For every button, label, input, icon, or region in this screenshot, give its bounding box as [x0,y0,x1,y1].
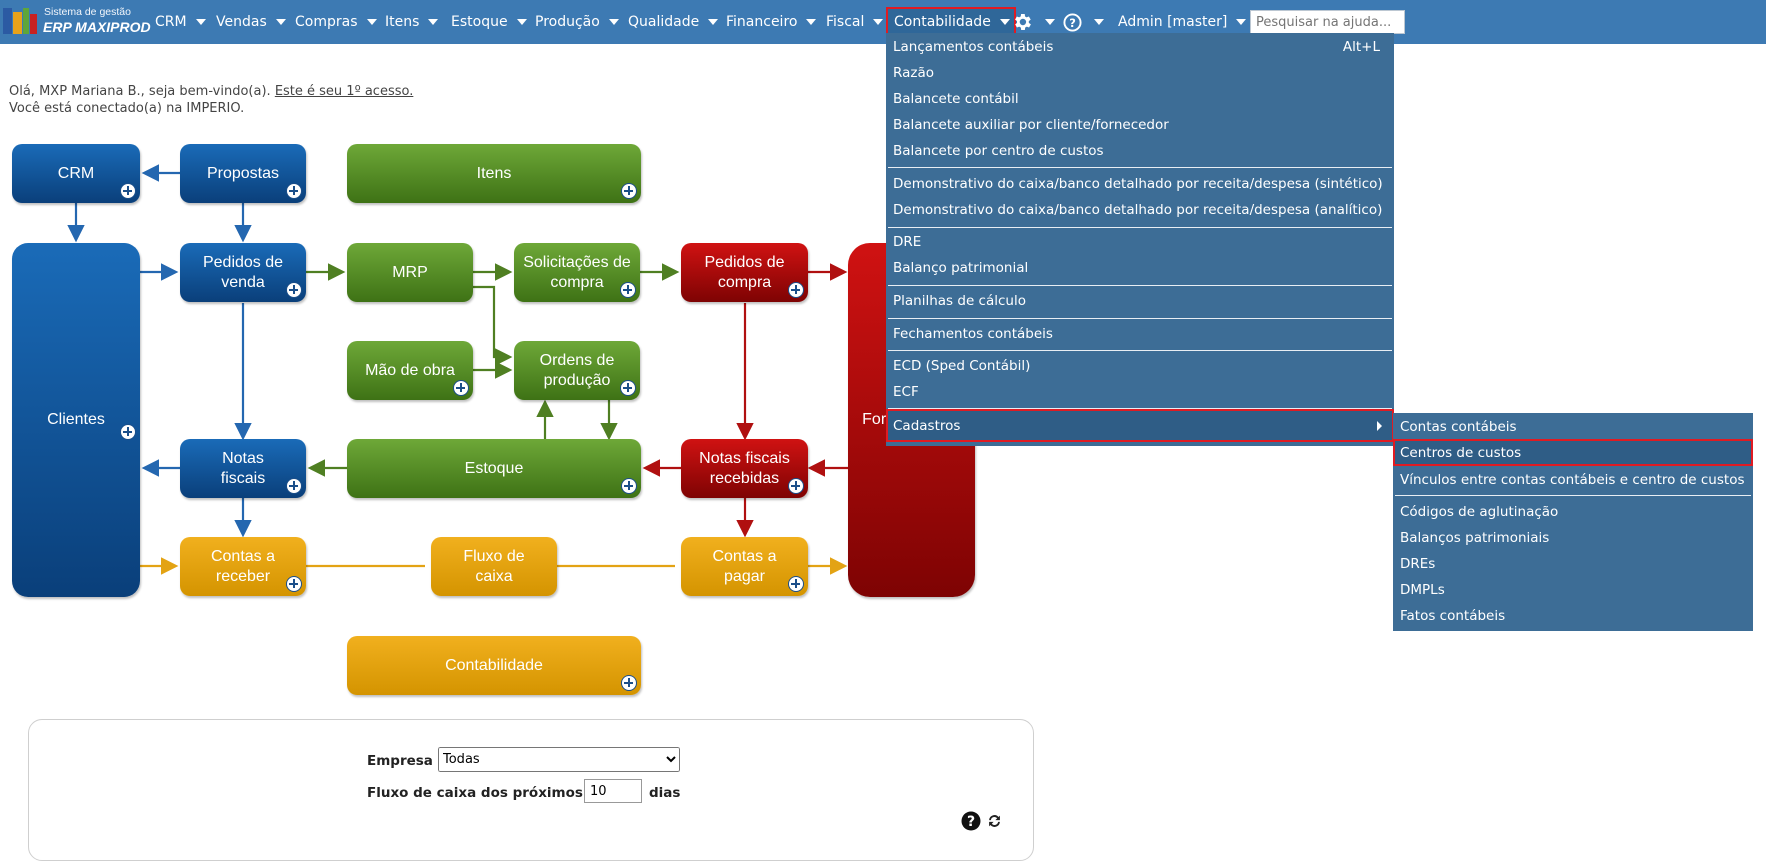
menu-item-ecd[interactable]: ECD (Sped Contábil) [886,354,1394,377]
dashboard-filter-panel: Empresa Todas Fluxo de caixa dos próximo… [28,719,1034,861]
chevron-down-icon [1094,19,1104,25]
shortcut-hint: Alt+L [1342,38,1380,55]
flow-mao-de-obra[interactable]: Mão de obra [347,341,473,400]
menu-divider [888,318,1392,319]
submenu-item-contas-contabeis[interactable]: Contas contábeis [1393,415,1753,438]
contabilidade-menu: Lançamentos contábeis Alt+L Razão Balance… [886,33,1394,446]
chevron-right-icon [1377,420,1382,431]
plus-icon[interactable] [788,478,804,494]
plus-icon[interactable] [788,282,804,298]
menu-divider [888,227,1392,228]
plus-icon[interactable] [286,183,302,199]
help-icon: ? [1063,12,1082,32]
flow-fluxo-caixa[interactable]: Fluxo de caixa [431,537,557,596]
chevron-down-icon [1236,19,1247,25]
menu-item-balanco-patrimonial[interactable]: Balanço patrimonial [886,256,1394,279]
flow-pedidos-venda[interactable]: Pedidos de venda [180,243,306,302]
flow-contabilidade[interactable]: Contabilidade [347,636,641,695]
flow-solicitacoes-compra[interactable]: Solicitações de compra [514,243,640,302]
menu-item-balancete-auxiliar[interactable]: Balancete auxiliar por cliente/fornecedo… [886,113,1394,136]
plus-icon[interactable] [453,380,469,396]
flow-notas-fiscais[interactable]: Notas fiscais [180,439,306,498]
flow-clientes[interactable]: Clientes [12,243,140,597]
plus-icon[interactable] [788,576,804,592]
flow-mrp[interactable]: MRP [347,243,473,302]
svg-text:?: ? [967,814,975,830]
menu-item-razao[interactable]: Razão [886,61,1394,84]
menu-divider [888,285,1392,286]
flow-contas-receber[interactable]: Contas a receber [180,537,306,596]
flow-crm[interactable]: CRM [12,144,140,203]
plus-icon[interactable] [621,478,637,494]
flow-propostas[interactable]: Propostas [180,144,306,203]
menu-item-balancete-contabil[interactable]: Balancete contábil [886,87,1394,110]
submenu-item-dres[interactable]: DREs [1393,552,1753,575]
question-icon[interactable]: ? [961,811,981,831]
plus-icon[interactable] [120,183,136,199]
gear-icon [1015,14,1031,30]
submenu-item-codigos-aglutinacao[interactable]: Códigos de aglutinação [1393,500,1753,523]
empresa-select[interactable]: Todas [438,747,680,772]
fluxo-label: Fluxo de caixa dos próximos [367,785,583,801]
svg-text:?: ? [1069,15,1076,29]
menu-item-fechamentos-contabeis[interactable]: Fechamentos contábeis [886,322,1394,345]
help-search-input[interactable] [1250,10,1405,34]
refresh-icon[interactable] [985,812,1004,830]
flow-ordens-producao[interactable]: Ordens de produção [514,341,640,400]
submenu-item-balancos-patrimoniais[interactable]: Balanços patrimoniais [1393,526,1753,549]
menu-item-lancamentos-contabeis[interactable]: Lançamentos contábeis Alt+L [886,35,1394,58]
chevron-down-icon [999,19,1010,25]
menu-item-planilhas-calculo[interactable]: Planilhas de cálculo [886,289,1394,312]
fluxo-days-input[interactable] [584,779,642,803]
submenu-item-vinculos[interactable]: Vínculos entre contas contábeis e centro… [1393,468,1753,491]
submenu-item-dmpls[interactable]: DMPLs [1393,578,1753,601]
menu-divider [888,350,1392,351]
plus-icon[interactable] [621,183,637,199]
plus-icon[interactable] [120,424,136,440]
menu-item-dre[interactable]: DRE [886,230,1394,253]
plus-icon[interactable] [286,282,302,298]
menu-item-demonstrativo-sintetico[interactable]: Demonstrativo do caixa/banco detalhado p… [886,172,1394,195]
flow-pedidos-compra[interactable]: Pedidos de compra [681,243,808,302]
fluxo-suffix: dias [649,785,681,801]
empresa-label: Empresa [367,753,433,769]
menu-divider [888,167,1392,168]
menu-item-cadastros[interactable]: Cadastros [886,409,1394,442]
plus-icon[interactable] [286,576,302,592]
flow-estoque[interactable]: Estoque [347,439,641,498]
menu-item-balancete-centro-custos[interactable]: Balancete por centro de custos [886,139,1394,162]
cadastros-submenu: Contas contábeis Centros de custos Víncu… [1393,413,1753,631]
plus-icon[interactable] [620,282,636,298]
menu-item-ecf[interactable]: ECF [886,380,1394,403]
flow-notas-recebidas[interactable]: Notas fiscais recebidas [681,439,808,498]
submenu-item-centros-custos[interactable]: Centros de custos [1393,439,1753,466]
flow-itens[interactable]: Itens [347,144,641,203]
plus-icon[interactable] [621,675,637,691]
chevron-down-icon [1045,19,1055,25]
menu-divider [1395,495,1751,496]
submenu-item-fatos-contabeis[interactable]: Fatos contábeis [1393,604,1753,627]
flow-contas-pagar[interactable]: Contas a pagar [681,537,808,596]
plus-icon[interactable] [620,380,636,396]
menu-item-demonstrativo-analitico[interactable]: Demonstrativo do caixa/banco detalhado p… [886,198,1394,221]
plus-icon[interactable] [286,478,302,494]
